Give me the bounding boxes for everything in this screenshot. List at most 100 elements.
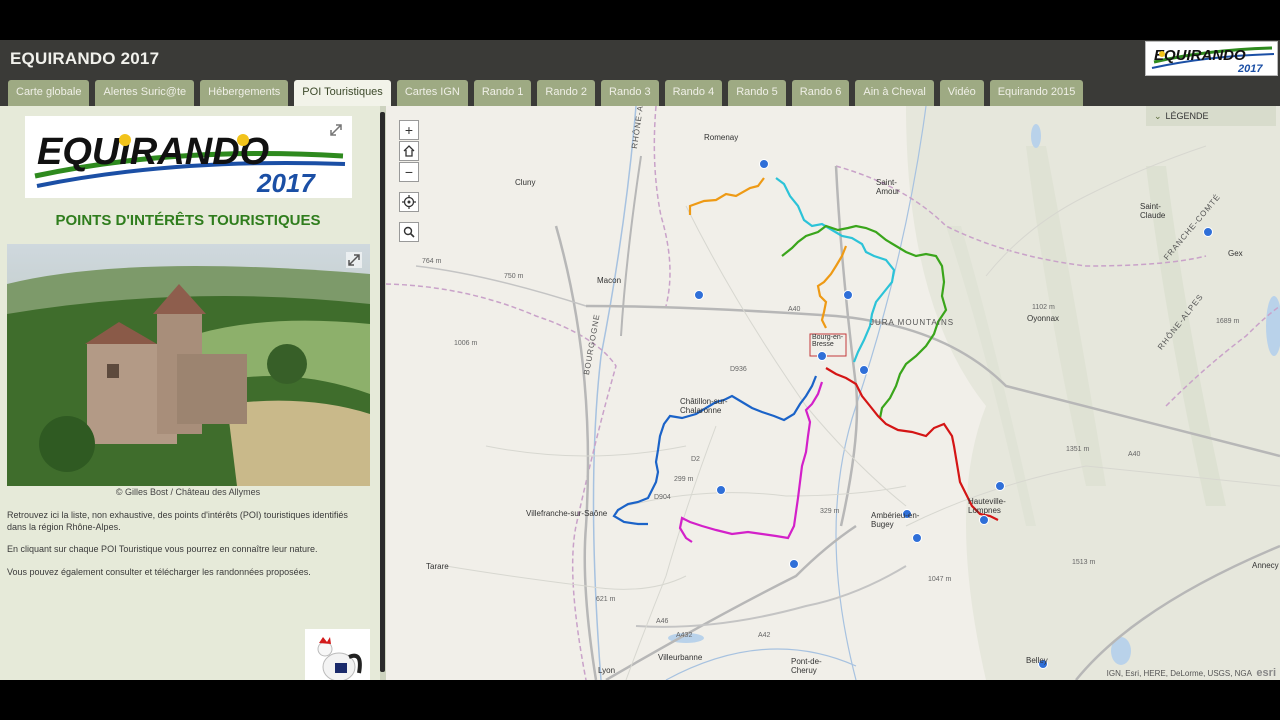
map-label: Bourg-en- Bresse — [812, 334, 844, 348]
app-title: EQUIRANDO 2017 — [10, 49, 160, 68]
tab-rando-2[interactable]: Rando 2 — [537, 80, 596, 106]
map-label: Saint- Claude — [1140, 202, 1166, 220]
poi-marker-icon — [716, 485, 726, 495]
map-attribution: IGN, Esri, HERE, DeLorme, USGS, NGA — [1106, 669, 1252, 678]
map-label: 1351 m — [1066, 446, 1090, 453]
map-label: D2 — [691, 456, 700, 463]
poi-marker-icon — [979, 515, 989, 525]
tab-rando-6[interactable]: Rando 6 — [791, 80, 850, 106]
sidebar-panel: EQUIRANDO 2017 POINTS D'INTÉRÊTS TOURIST… — [0, 106, 380, 680]
poi-marker-icon — [912, 533, 922, 543]
map-label: Lyon — [598, 666, 616, 675]
map-label: A46 — [656, 618, 669, 625]
intro-paragraph: Retrouvez ici la liste, non exhaustive, … — [7, 510, 348, 532]
tab-cartes-ign[interactable]: Cartes IGN — [396, 80, 468, 106]
map-label: 1513 m — [1072, 559, 1096, 566]
map-label: 1102 m — [1032, 304, 1055, 311]
map-label: Tarare — [426, 562, 449, 571]
tab-rando-4[interactable]: Rando 4 — [664, 80, 723, 106]
locate-icon — [402, 195, 416, 209]
tab-carte-globale[interactable]: Carte globale — [8, 80, 90, 106]
equirando-logo: EQUIRANDO 2017 — [25, 116, 352, 198]
zoom-in-button[interactable]: + — [399, 120, 419, 140]
map-label: 1047 m — [928, 576, 952, 583]
poi-marker-icon — [759, 159, 769, 169]
header-bar: EQUIRANDO 2017 Carte globale Alertes Suri… — [0, 40, 1280, 106]
map-label: 1006 m — [454, 340, 478, 347]
map-label: A40 — [788, 306, 801, 313]
legend-toggle[interactable]: ⌄ LÉGENDE — [1146, 106, 1276, 126]
home-icon — [403, 145, 415, 157]
map-label: Oyonnax — [1027, 314, 1060, 323]
map-view[interactable]: Romenay Cluny Macon Saint- Amour Saint- Cl… — [386, 106, 1280, 680]
map-label: 1689 m — [1216, 318, 1240, 325]
locate-button[interactable] — [399, 192, 419, 212]
poi-marker-icon — [817, 351, 827, 361]
corner-logo: EQUIRANDO 2017 — [1145, 41, 1278, 76]
search-icon — [403, 226, 415, 238]
tab-h-bergements[interactable]: Hébergements — [200, 80, 289, 106]
map-label: A432 — [676, 632, 693, 639]
svg-text:2017: 2017 — [1237, 63, 1263, 75]
poi-marker-icon — [843, 290, 853, 300]
chevron-down-icon: ⌄ — [1154, 111, 1162, 121]
svg-text:EQUIRANDO: EQUIRANDO — [1154, 47, 1246, 64]
map-label: D936 — [730, 366, 747, 373]
map-label: 329 m — [820, 508, 840, 515]
tab-equirando-2015[interactable]: Equirando 2015 — [989, 80, 1084, 106]
poi-marker-icon — [1203, 227, 1213, 237]
map-label: Ambérieu-en- Bugey — [871, 511, 920, 529]
zoom-out-icon: − — [404, 164, 414, 180]
poi-marker-icon — [789, 559, 799, 569]
map-label: Annecy — [1252, 561, 1279, 570]
map-label: Romenay — [704, 133, 739, 142]
map-label: Macon — [597, 276, 622, 285]
svg-text:EQUIRANDO: EQUIRANDO — [37, 131, 269, 173]
map-label: 299 m — [674, 476, 694, 483]
map-label: Saint- Amour — [876, 178, 900, 196]
app-window: EQUIRANDO 2017 Carte globale Alertes Suri… — [0, 40, 1280, 680]
rooster-logo — [305, 629, 370, 680]
zoom-in-icon: + — [404, 122, 414, 138]
esri-logo: esri — [1256, 667, 1276, 679]
svg-text:2017: 2017 — [256, 168, 316, 198]
download-paragraph: Vous pouvez également consulter et téléc… — [7, 567, 311, 577]
poi-marker-icon — [694, 290, 704, 300]
tab-rando-5[interactable]: Rando 5 — [728, 80, 786, 106]
map-label: JURA MOUNTAINS — [870, 318, 955, 327]
tab-bar: Carte globale Alertes Suric@te Hébergement… — [8, 80, 1084, 106]
tab-ain-cheval[interactable]: Ain à Cheval — [855, 80, 934, 106]
poi-marker-icon — [859, 365, 869, 375]
poi-heading: POINTS D'INTÉRÊTS TOURISTIQUES — [55, 212, 321, 229]
poi-info-paragraph: En cliquant sur chaque POI Touristique v… — [7, 544, 318, 554]
sidebar-scrollbar[interactable] — [380, 112, 385, 672]
expand-icon[interactable] — [346, 252, 362, 268]
map-label: 764 m — [422, 258, 442, 265]
map-label: Villefranche-sur-Saône — [526, 509, 608, 518]
tab-rando-1[interactable]: Rando 1 — [473, 80, 532, 106]
map-label: Belley — [1026, 656, 1048, 665]
map-label: 750 m — [504, 273, 524, 280]
tab-alertes-suric-te[interactable]: Alertes Suric@te — [95, 80, 195, 106]
home-button[interactable] — [399, 141, 419, 161]
expand-icon[interactable] — [328, 122, 344, 138]
search-button[interactable] — [399, 222, 419, 242]
map-label: Villeurbanne — [658, 653, 703, 662]
map-label: Cluny — [515, 178, 536, 187]
photo-caption: © Gilles Bost / Château des Allymes — [115, 487, 261, 497]
legend-label: LÉGENDE — [1165, 111, 1209, 121]
map-label: A40 — [1128, 451, 1141, 458]
map-label: D904 — [654, 494, 671, 501]
tab-rando-3[interactable]: Rando 3 — [601, 80, 659, 106]
map-label: Châtillon-sur- Chalaronne — [680, 397, 728, 415]
map-label: Gex — [1228, 249, 1243, 258]
zoom-out-button[interactable]: − — [399, 162, 419, 182]
castle-photo — [7, 244, 370, 486]
map-label: Hauteville- Lompnes — [968, 497, 1006, 515]
map-label: Pont-de- Cheruy — [791, 657, 822, 675]
poi-marker-icon — [995, 481, 1005, 491]
tab-poi-touristiques[interactable]: POI Touristiques — [294, 80, 391, 106]
map-label: A42 — [758, 632, 771, 639]
tab-vid-o[interactable]: Vidéo — [939, 80, 984, 106]
map-label: 621 m — [596, 596, 616, 603]
